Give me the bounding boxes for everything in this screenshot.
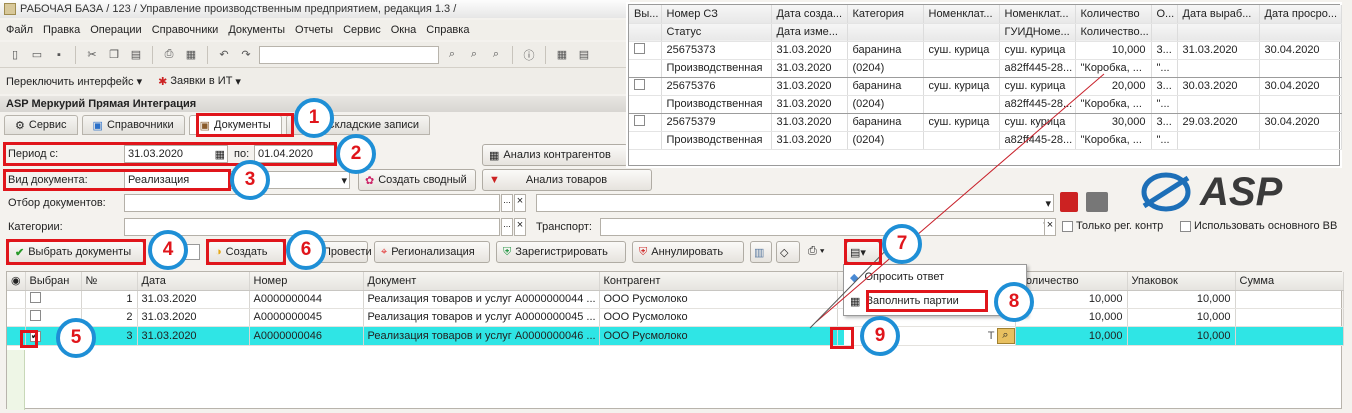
annotation-badge-4: 4	[148, 230, 188, 270]
annotation-badge-6: 6	[286, 230, 326, 270]
annotation-badge-3: 3	[230, 160, 270, 200]
annotation-badge-8: 8	[994, 282, 1034, 322]
annotation-arrow-line	[809, 239, 897, 329]
annotation-badge-7: 7	[882, 224, 922, 264]
annotation-badge-9: 9	[860, 316, 900, 356]
annotation-badge-2: 2	[336, 134, 376, 174]
annotation-arrows	[809, 73, 1105, 329]
annotation-badge-1: 1	[294, 98, 334, 138]
annotation-badge-5: 5	[56, 318, 96, 358]
annotation-arrow-line	[815, 73, 1105, 323]
